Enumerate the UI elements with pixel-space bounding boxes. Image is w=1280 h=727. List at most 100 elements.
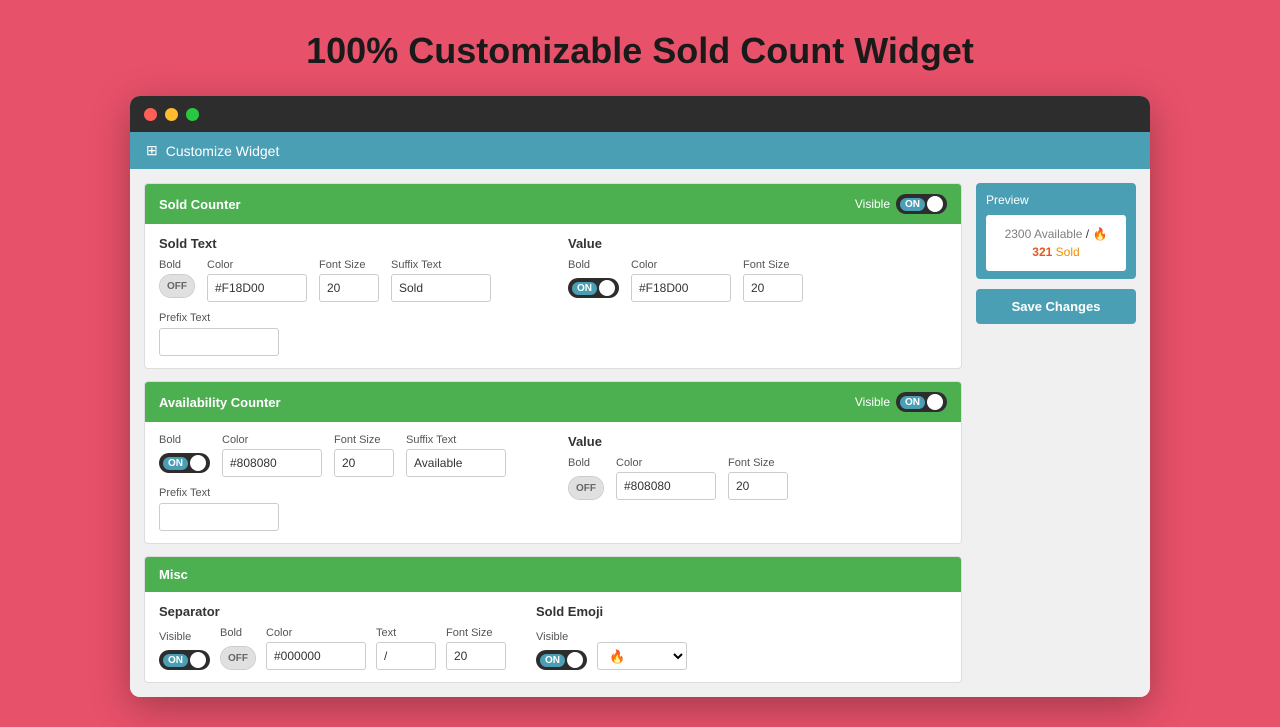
sold-text-bold-toggle[interactable]: OFF	[159, 274, 195, 298]
sold-counter-header: Sold Counter Visible ON	[145, 184, 961, 224]
preview-content: 2300 Available / 🔥321 Sold	[986, 215, 1126, 271]
sep-fontsize-group: Font Size	[446, 627, 506, 670]
sep-text-group: Text	[376, 627, 436, 670]
sold-value-bold-label: Bold	[568, 259, 619, 271]
emoji-select[interactable]: 🔥 ⭐ ❤️ ✅	[597, 642, 687, 670]
misc-section: Misc Separator Visible ON	[144, 556, 962, 683]
sold-text-fontsize-group: Font Size	[319, 259, 379, 302]
app-header: ⊞ Customize Widget	[130, 132, 1150, 169]
availability-toggle-knob	[927, 394, 943, 410]
sold-value-color-input[interactable]	[631, 274, 731, 302]
preview-available-text: Available	[1034, 227, 1082, 241]
sep-visible-group: Visible ON	[159, 631, 210, 670]
sold-text-prefix-input[interactable]	[159, 328, 279, 356]
availability-toggle-on-text: ON	[900, 396, 925, 409]
availability-visible-toggle[interactable]: ON	[896, 392, 947, 412]
sep-bold-toggle[interactable]: OFF	[220, 646, 256, 670]
right-panel: Preview 2300 Available / 🔥321 Sold Save …	[976, 183, 1136, 683]
availability-text-col: Bold ON Color	[159, 434, 538, 531]
sold-emoji-label: Sold Emoji	[536, 604, 687, 619]
sold-text-label: Sold Text	[159, 236, 538, 251]
sold-counter-toggle-knob	[927, 196, 943, 212]
sold-text-suffix-input[interactable]	[391, 274, 491, 302]
sep-color-input[interactable]	[266, 642, 366, 670]
sep-bold-off-text: OFF	[221, 647, 255, 669]
availability-two-col: Bold ON Color	[159, 434, 947, 531]
sep-text-input[interactable]	[376, 642, 436, 670]
availability-body: Bold ON Color	[145, 422, 961, 543]
sold-text-bold-label: Bold	[159, 259, 195, 271]
sold-text-color-group: Color	[207, 259, 307, 302]
sep-color-label: Color	[266, 627, 366, 639]
sep-visible-toggle[interactable]: ON	[159, 650, 210, 670]
titlebar	[130, 96, 1150, 132]
sold-text-fontsize-input[interactable]	[319, 274, 379, 302]
sold-value-color-group: Color	[631, 259, 731, 302]
customize-icon: ⊞	[146, 142, 158, 159]
sold-value-fontsize-input[interactable]	[743, 274, 803, 302]
sep-color-group: Color	[266, 627, 366, 670]
avail-color-group: Color	[222, 434, 322, 477]
preview-emoji: 🔥	[1092, 227, 1107, 241]
avail-value-field-row: Bold OFF Color Font	[568, 457, 947, 500]
avail-bold-knob	[190, 455, 206, 471]
sold-text-color-input[interactable]	[207, 274, 307, 302]
avail-value-color-group: Color	[616, 457, 716, 500]
avail-value-bold-off-text: OFF	[569, 477, 603, 499]
avail-value-col: Value Bold OFF Color	[568, 434, 947, 531]
avail-value-fontsize-input[interactable]	[728, 472, 788, 500]
avail-fontsize-group: Font Size	[334, 434, 394, 477]
misc-row: Separator Visible ON	[159, 604, 947, 670]
sold-value-bold-toggle[interactable]: ON	[568, 278, 619, 298]
misc-body: Separator Visible ON	[145, 592, 961, 682]
maximize-button[interactable]	[186, 108, 199, 121]
misc-title: Misc	[159, 567, 188, 582]
close-button[interactable]	[144, 108, 157, 121]
separator-label: Separator	[159, 604, 506, 619]
sold-value-color-label: Color	[631, 259, 731, 271]
avail-prefix-group: Prefix Text	[159, 487, 538, 531]
sold-emoji-col: Sold Emoji Visible ON	[536, 604, 687, 670]
sold-emoji-fields: Visible ON 🔥	[536, 627, 687, 670]
minimize-button[interactable]	[165, 108, 178, 121]
sold-text-fontsize-label: Font Size	[319, 259, 379, 271]
avail-value-fontsize-group: Font Size	[728, 457, 788, 500]
sold-counter-visible-label: Visible	[855, 197, 890, 211]
avail-value-color-label: Color	[616, 457, 716, 469]
avail-fontsize-input[interactable]	[334, 449, 394, 477]
app-window: ⊞ Customize Widget Sold Counter Visible …	[130, 96, 1150, 697]
emoji-select-group: 🔥 ⭐ ❤️ ✅	[597, 627, 687, 670]
sep-visible-label: Visible	[159, 631, 210, 643]
sep-visible-knob	[190, 652, 206, 668]
sold-text-field-row: Bold OFF Color Font	[159, 259, 538, 302]
sold-text-prefix-label: Prefix Text	[159, 312, 538, 324]
emoji-visible-toggle[interactable]: ON	[536, 650, 587, 670]
avail-bold-toggle[interactable]: ON	[159, 453, 210, 473]
save-changes-button[interactable]: Save Changes	[976, 289, 1136, 324]
sep-fontsize-input[interactable]	[446, 642, 506, 670]
sep-fontsize-label: Font Size	[446, 627, 506, 639]
avail-fontsize-label: Font Size	[334, 434, 394, 446]
page-title: 100% Customizable Sold Count Widget	[306, 30, 974, 72]
sold-value-label: Value	[568, 236, 947, 251]
avail-value-bold-toggle[interactable]: OFF	[568, 476, 604, 500]
avail-suffix-input[interactable]	[406, 449, 506, 477]
sold-counter-body: Sold Text Bold OFF Color	[145, 224, 961, 368]
sold-text-bold-group: Bold OFF	[159, 259, 195, 298]
preview-available-count: 2300	[1005, 227, 1032, 241]
avail-value-label: Value	[568, 434, 947, 449]
avail-suffix-group: Suffix Text	[406, 434, 506, 477]
sold-counter-toggle-on-text: ON	[900, 198, 925, 211]
avail-bold-on-text: ON	[163, 457, 188, 470]
avail-value-bold-label: Bold	[568, 457, 604, 469]
availability-counter-title: Availability Counter	[159, 395, 281, 410]
left-panel: Sold Counter Visible ON Sold Text	[144, 183, 962, 683]
avail-prefix-input[interactable]	[159, 503, 279, 531]
preview-sold-count: 321	[1032, 245, 1052, 259]
avail-color-input[interactable]	[222, 449, 322, 477]
availability-counter-section: Availability Counter Visible ON	[144, 381, 962, 544]
sold-counter-visible-toggle[interactable]: ON	[896, 194, 947, 214]
sep-bold-label: Bold	[220, 627, 256, 639]
avail-color-label: Color	[222, 434, 322, 446]
avail-value-color-input[interactable]	[616, 472, 716, 500]
